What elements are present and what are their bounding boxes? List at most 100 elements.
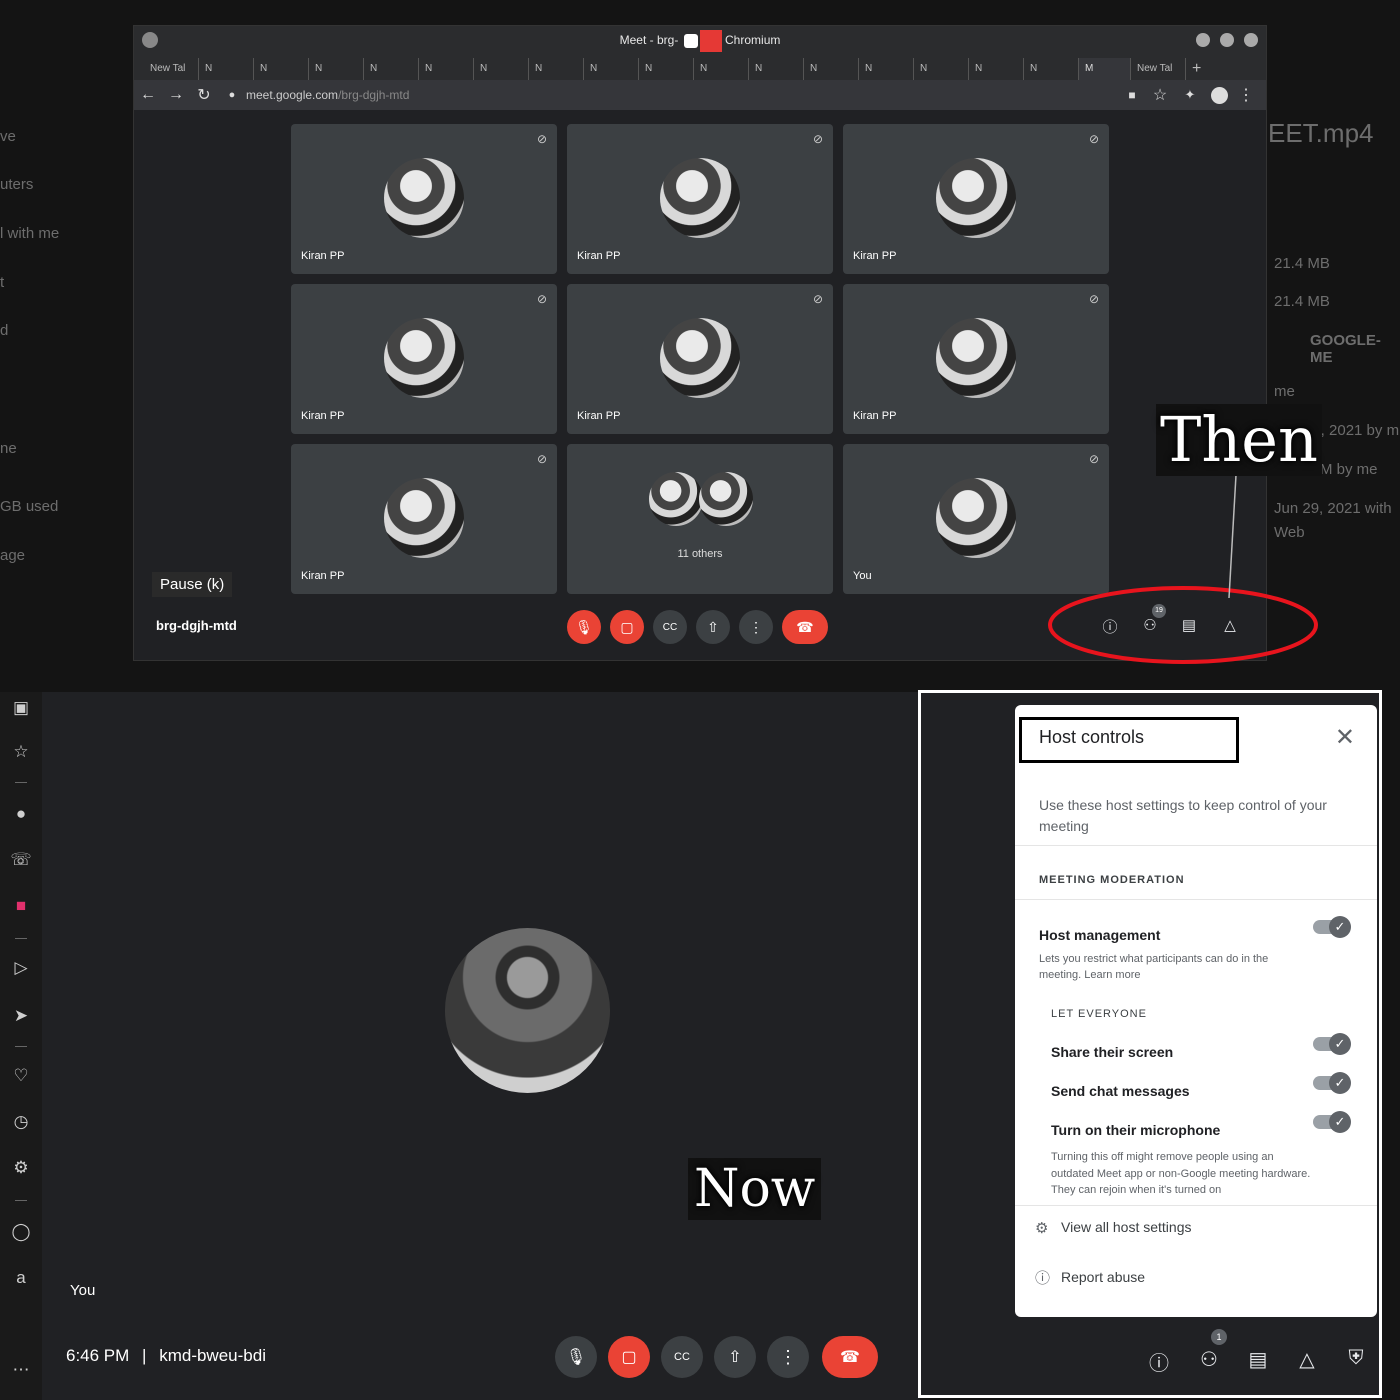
host-management-description: Lets you restrict what participants can … [1039,953,1269,981]
present-button[interactable]: ⇧ [696,610,730,644]
participant-tile[interactable]: ⊘ You [843,444,1109,594]
browser-tab[interactable]: N [804,58,859,80]
now-label: Now [688,1158,822,1220]
view-all-settings-link[interactable]: View all host settings [1061,1219,1191,1235]
meeting-info-icon-now[interactable]: ⓘ [1147,1347,1171,1376]
play-icon[interactable]: ▷ [10,958,32,978]
leave-call-button-now[interactable]: ☎ [822,1336,878,1378]
browser-tab[interactable]: N [254,58,309,80]
report-abuse-link[interactable]: Report abuse [1061,1269,1145,1285]
participant-tile[interactable]: ⊘ Kiran PP [291,284,557,434]
browser-tab[interactable]: New Tal [144,58,199,80]
browser-icon[interactable]: ▣ [10,698,32,718]
camera-off-button[interactable]: ▢ [610,610,644,644]
back-icon[interactable]: ← [134,86,162,104]
activities-icon-now[interactable]: △ [1295,1347,1319,1372]
close-panel-icon[interactable]: ✕ [1335,723,1355,752]
captions-button-now[interactable]: CC [661,1336,703,1378]
participant-avatar [936,158,1016,238]
tab-strip: New Tal N N N N N N N N N N N N N N N N M New Tal + [134,54,1266,80]
url-field[interactable]: meet.google.com/brg-dgjh-mtd [246,88,409,102]
people-icon[interactable]: ⚇ [1138,616,1162,634]
browser-tab[interactable]: N [914,58,969,80]
reload-icon[interactable]: ↻ [190,85,218,105]
participant-tile[interactable]: ⊘ Kiran PP [291,444,557,594]
browser-tab[interactable]: N [584,58,639,80]
browser-tab[interactable]: N [309,58,364,80]
maximize-icon[interactable] [1220,33,1234,47]
browser-tab[interactable]: New Tal [1131,58,1186,80]
participant-tile[interactable]: ⊘ Kiran PP [567,284,833,434]
host-controls-shield-icon[interactable]: ⛨ [1344,1347,1368,1370]
more-options-button[interactable]: ⋮ [739,610,773,644]
camera-off-button-now[interactable]: ▢ [608,1336,650,1378]
clock-icon[interactable]: ◷ [10,1112,32,1132]
microphone-toggle[interactable]: ✓ [1313,1111,1351,1133]
present-button-now[interactable]: ⇧ [714,1336,756,1378]
send-chat-toggle[interactable]: ✓ [1313,1072,1351,1094]
microphone-label: Turn on their microphone [1051,1122,1221,1138]
whatsapp-icon[interactable]: ☏ [10,850,32,870]
browser-tab[interactable]: N [419,58,474,80]
meeting-info-icon[interactable]: ⓘ [1098,616,1122,637]
browser-tab[interactable]: N [199,58,254,80]
bg-file-title: EET.mp4 [1268,118,1374,148]
messenger-icon[interactable]: ● [10,804,32,824]
activities-icon[interactable]: △ [1218,616,1242,634]
forward-icon[interactable]: → [162,86,190,104]
share-screen-toggle[interactable]: ✓ [1313,1033,1351,1055]
browser-tab[interactable]: N [749,58,804,80]
more-options-button-now[interactable]: ⋮ [767,1336,809,1378]
meeting-code: brg-dgjh-mtd [156,618,237,633]
more-apps-icon[interactable]: ⋯ [10,1360,32,1380]
participant-tile[interactable]: ⊘ Kiran PP [567,124,833,274]
participant-avatar [384,318,464,398]
bg-text: ve [0,128,16,145]
profile-icon[interactable] [1211,87,1228,104]
instagram-icon[interactable]: ■ [10,896,32,916]
muted-mic-icon: ⊘ [536,452,547,466]
chat-icon-now[interactable]: ▤ [1246,1347,1270,1372]
heart-icon[interactable]: ♡ [10,1066,32,1086]
chat-icon[interactable]: ▤ [1177,616,1201,634]
browser-tab[interactable]: N [1024,58,1079,80]
participant-tile[interactable]: ⊘ Kiran PP [291,124,557,274]
browser-tab-active[interactable]: M [1079,58,1131,80]
host-controls-panel: Host controls ✕ Use these host settings … [1015,705,1377,1317]
window-app-name: Chromium [725,33,781,47]
mic-off-button[interactable]: 🎙 [567,610,601,644]
captions-button[interactable]: CC [653,610,687,644]
participant-avatar [936,478,1016,558]
muted-mic-icon: ⊘ [1088,452,1099,466]
minimize-icon[interactable] [1196,33,1210,47]
send-icon[interactable]: ➤ [10,1006,32,1026]
browser-tab[interactable]: N [859,58,914,80]
chromium-logo-icon [142,32,158,48]
browser-tab[interactable]: N [694,58,749,80]
camera-icon[interactable]: ■ [1118,88,1146,102]
amazon-icon[interactable]: a [10,1268,32,1288]
os-sidebar: ▣ ☆ ● ☏ ■ ▷ ➤ ♡ ◷ ⚙ ◯ a ⋯ [0,692,42,1400]
extensions-icon[interactable]: ✦ [1176,87,1204,103]
settings-icon[interactable]: ⚙ [10,1158,32,1178]
bg-text: uters [0,176,34,193]
browser-tab[interactable]: N [969,58,1024,80]
participant-tile[interactable]: ⊘ Kiran PP [843,124,1109,274]
close-window-icon[interactable] [1244,33,1258,47]
browser-tab[interactable]: N [364,58,419,80]
participant-tile[interactable]: 11 others [567,444,833,594]
browser-menu-icon[interactable]: ⋮ [1232,85,1260,105]
star-icon[interactable]: ☆ [10,742,32,762]
browser-tab[interactable]: N [529,58,584,80]
host-management-toggle[interactable]: ✓ [1313,916,1351,938]
browser-tab[interactable]: N [639,58,694,80]
bg-text: GOOGLE-ME [1310,332,1381,366]
bookmark-star-icon[interactable]: ☆ [1146,85,1174,105]
lightbulb-icon[interactable]: ◯ [10,1222,32,1242]
people-icon-now[interactable]: ⚇ [1197,1347,1221,1372]
mic-button[interactable]: 🎙 [555,1336,597,1378]
leave-call-button[interactable]: ☎ [782,610,828,644]
browser-tab[interactable]: N [474,58,529,80]
new-tab-icon[interactable]: + [1186,58,1216,80]
participant-tile[interactable]: ⊘ Kiran PP [843,284,1109,434]
